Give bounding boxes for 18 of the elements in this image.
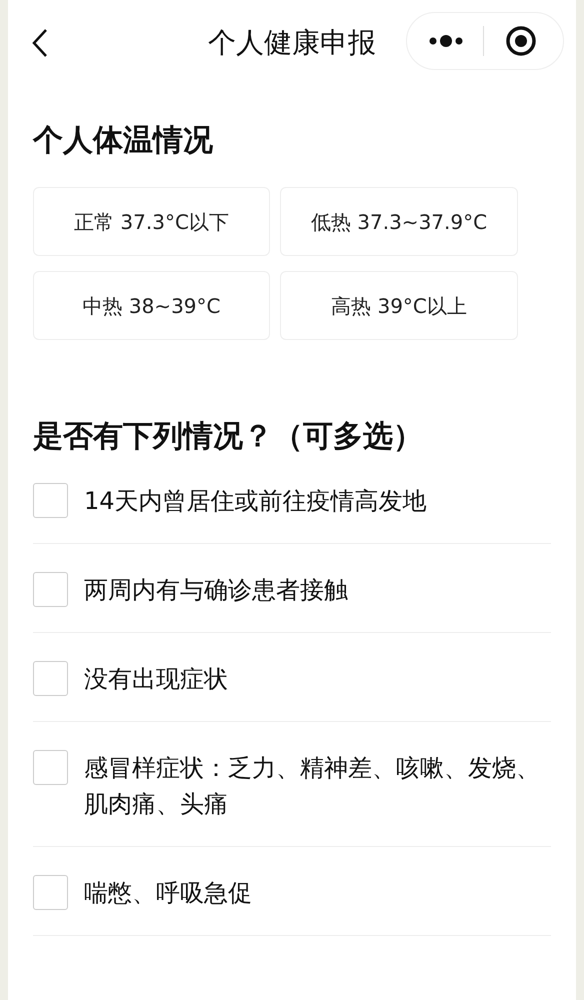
checkbox-label: 感冒样症状：乏力、精神差、咳嗽、发烧、肌肉痛、头痛: [84, 753, 541, 820]
back-icon[interactable]: [32, 28, 48, 58]
checkbox-label: 喘憋、呼吸急促: [84, 878, 252, 909]
checkbox-label: 14天内曾居住或前往疫情高发地: [84, 486, 427, 517]
checkbox[interactable]: [33, 483, 68, 518]
temperature-option[interactable]: 中热 38~39°C: [33, 271, 270, 340]
temperature-option[interactable]: 正常 37.3°C以下: [33, 187, 270, 256]
section-title: 是否有下列情况？（可多选）: [33, 419, 423, 454]
checkbox[interactable]: [33, 750, 68, 785]
section-title: 个人体温情况: [33, 123, 213, 158]
checkbox[interactable]: [33, 661, 68, 696]
page-title: 个人健康申报: [208, 26, 376, 59]
checkbox-label: 没有出现症状: [84, 664, 228, 695]
checkbox[interactable]: [33, 572, 68, 607]
temperature-option[interactable]: 高热 39°C以上: [280, 271, 518, 340]
checkbox-label: 两周内有与确诊患者接触: [84, 575, 348, 606]
temperature-option[interactable]: 低热 37.3~37.9°C: [280, 187, 518, 256]
checkbox[interactable]: [33, 875, 68, 910]
